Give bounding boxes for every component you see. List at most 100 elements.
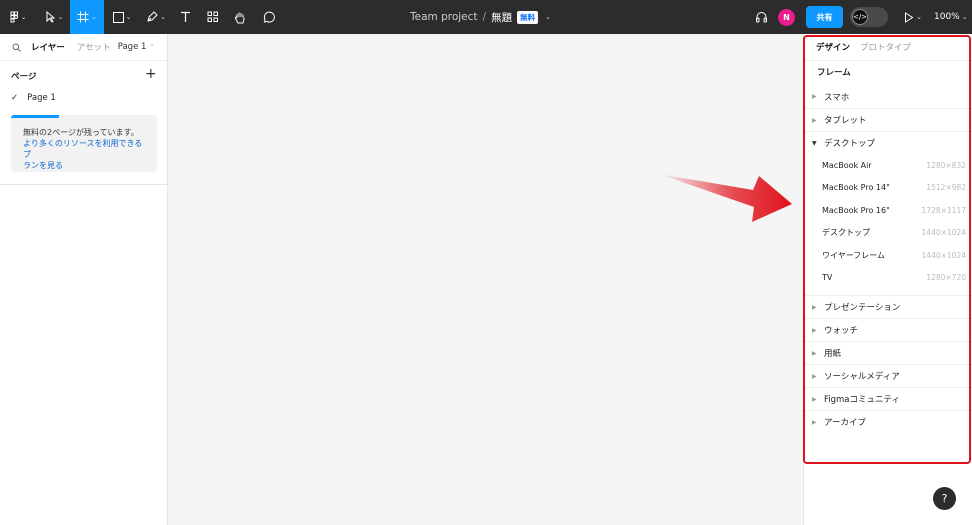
chevron-right-icon: ▶ [812,93,817,100]
main-menu-button[interactable]: ⌄ [4,0,32,34]
plan-badge: 無料 [517,10,539,24]
page-item[interactable]: ✓ Page 1 [11,93,56,103]
text-icon [180,11,190,22]
components-icon [207,11,218,22]
preset-tv[interactable]: TV 1280×720 [804,267,972,290]
preset-name: MacBook Pro 14" [822,183,890,193]
chevron-down-icon: ⌄ [916,13,922,21]
resources-button[interactable] [204,0,222,34]
rectangle-icon [112,11,124,23]
zoom-control[interactable]: 100% ⌄ [934,0,968,34]
shape-tool-button[interactable]: ⌄ [108,0,136,34]
preset-name: MacBook Pro 16" [822,205,890,215]
headphones-icon [755,12,767,23]
category-phone[interactable]: ▶ スマホ [804,85,972,108]
frame-heading: フレーム [817,68,851,78]
page-selector[interactable]: Page 1 ⌃ [118,42,155,52]
page-selector-label: Page 1 [117,42,147,52]
upgrade-link-line2[interactable]: ランを見る [11,160,157,171]
comment-icon [263,11,275,23]
annotation-arrow [659,174,792,222]
hand-tool-button[interactable] [231,0,249,34]
category-social-media[interactable]: ▶ ソーシャルメディア [804,364,972,387]
chevron-down-icon: ⌄ [91,13,97,21]
comment-tool-button[interactable] [259,0,277,34]
file-title[interactable]: Team project / 無題 無料 ⌄ [410,0,551,34]
preset-macbook-pro-14[interactable]: MacBook Pro 14" 1512×982 [804,177,972,200]
chevron-right-icon: ▶ [812,326,817,334]
left-panel: レイヤー アセット Page 1 ⌃ ページ + ✓ Page 1 無料の2ペー… [0,34,168,525]
page-item-label: Page 1 [27,93,56,103]
chevron-down-icon: ⌄ [961,13,968,21]
check-icon: ✓ [11,93,19,103]
divider [0,184,168,185]
category-label: アーカイブ [824,418,866,428]
chevron-up-icon: ⌃ [149,43,155,51]
preset-name: デスクトップ [822,228,870,238]
preset-name: MacBook Air [822,160,872,170]
category-desktop[interactable]: ▼ デスクトップ [804,131,972,154]
title-separator: / [482,11,487,23]
cursor-icon [46,11,55,23]
chevron-right-icon: ▶ [812,116,817,124]
right-panel: デザイン プロトタイプ フレーム ▶ スマホ ▶ タブレット ▼ デスクトップ … [803,34,972,525]
dev-mode-toggle[interactable]: </> [850,7,888,27]
category-paper[interactable]: ▶ 用紙 [804,341,972,364]
category-tablet[interactable]: ▶ タブレット [804,108,972,131]
preset-wireframe[interactable]: ワイヤーフレーム 1440×1024 [804,244,972,267]
canvas[interactable] [169,34,803,525]
code-icon: </> [852,9,868,25]
chevron-right-icon: ▶ [812,349,817,357]
category-presentation[interactable]: ▶ プレゼンテーション [804,295,972,318]
project-name[interactable]: Team project [410,11,478,23]
tab-layers[interactable]: レイヤー [31,41,65,53]
preset-size: 1728×1117 [921,205,966,215]
category-label: 用紙 [824,349,842,359]
add-page-icon[interactable]: + [145,66,157,82]
help-button[interactable]: ? [933,487,956,510]
pen-tool-button[interactable]: ⌄ [142,0,170,34]
chevron-down-icon: ⌄ [57,13,64,21]
avatar[interactable]: N [778,9,795,26]
category-label: ウォッチ [824,326,859,336]
search-icon[interactable] [12,43,21,52]
upgrade-promo: 無料の2ページが残っています。 より多くのリソースを利用できるプ ランを見る [11,115,157,172]
category-figma-community[interactable]: ▶ Figmaコミュニティ [804,387,972,410]
text-tool-button[interactable] [176,0,194,34]
preset-macbook-air[interactable]: MacBook Air 1280×832 [804,154,972,177]
category-archive[interactable]: ▶ アーカイブ [804,410,972,433]
chevron-right-icon: ▶ [812,418,817,426]
pages-usage-bar [11,115,59,118]
move-tool-button[interactable]: ⌄ [40,0,68,34]
audio-button[interactable] [752,0,770,34]
hand-icon [234,12,245,23]
left-panel-tabs: レイヤー アセット Page 1 ⌃ [0,34,167,61]
category-label: Figmaコミュニティ [824,395,901,405]
frame-icon [77,11,89,23]
share-button[interactable]: 共有 [806,6,843,28]
preset-size: 1440×1024 [921,228,966,238]
pages-heading: ページ [11,72,37,82]
play-icon [905,11,914,23]
preset-size: 1280×832 [926,160,966,170]
category-watch[interactable]: ▶ ウォッチ [804,318,972,341]
upgrade-link-line1[interactable]: より多くのリソースを利用できるプ [11,138,157,160]
chevron-right-icon: ▶ [812,395,817,403]
preset-size: 1512×982 [926,183,966,193]
frame-tool-button[interactable]: ⌄ [70,0,104,34]
right-panel-tabs: デザイン プロトタイプ [804,34,972,61]
pen-icon [147,11,158,22]
chevron-right-icon: ▶ [812,303,817,311]
preset-macbook-pro-16[interactable]: MacBook Pro 16" 1728×1117 [804,199,972,222]
file-name[interactable]: 無題 [491,10,512,25]
preset-desktop[interactable]: デスクトップ 1440×1024 [804,222,972,245]
tab-assets[interactable]: アセット [77,41,111,53]
preset-name: TV [822,273,833,283]
present-button[interactable]: ⌄ [900,0,926,34]
tab-design[interactable]: デザイン [816,41,850,53]
category-label: タブレット [824,116,867,126]
tab-prototype[interactable]: プロトタイプ [860,41,911,53]
chevron-down-icon[interactable]: ⌄ [545,13,551,21]
promo-message: 無料の2ページが残っています。 [23,128,139,137]
category-label: プレゼンテーション [824,303,901,313]
